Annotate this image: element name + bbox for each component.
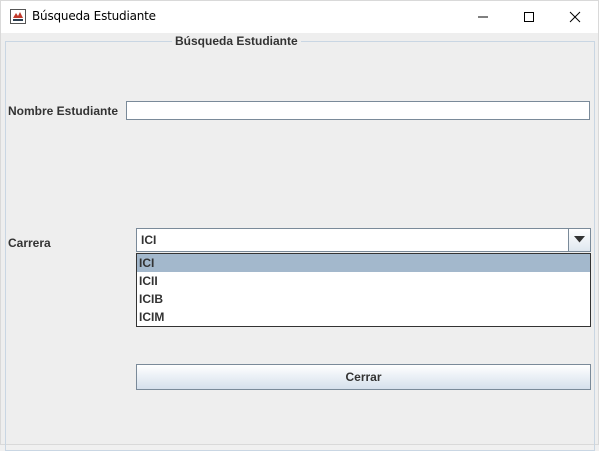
- dropdown-option-ici[interactable]: ICI: [137, 254, 590, 272]
- close-icon: [569, 11, 581, 23]
- carrera-combobox[interactable]: ICI: [136, 228, 591, 252]
- minimize-button[interactable]: [459, 1, 505, 33]
- maximize-icon: [524, 12, 534, 22]
- combo-arrow-button[interactable]: [568, 229, 590, 251]
- nombre-estudiante-input[interactable]: [126, 101, 590, 120]
- chevron-down-icon: [574, 236, 585, 243]
- carrera-selected-value: ICI: [141, 233, 157, 247]
- dropdown-option-icib[interactable]: ICIB: [137, 290, 590, 308]
- carrera-label: Carrera: [8, 236, 51, 250]
- minimize-icon: [478, 16, 488, 18]
- dropdown-option-icii[interactable]: ICII: [137, 272, 590, 290]
- maximize-button[interactable]: [505, 1, 551, 33]
- title-bar[interactable]: Búsqueda Estudiante: [1, 1, 598, 33]
- carrera-dropdown-list: ICI ICII ICIB ICIM: [136, 253, 591, 327]
- dropdown-option-icim[interactable]: ICIM: [137, 308, 590, 326]
- window: Búsqueda Estudiante Búsqueda Estudiante …: [0, 0, 599, 451]
- java-cup-icon: [10, 9, 26, 24]
- group-title: Búsqueda Estudiante: [172, 34, 301, 48]
- window-title: Búsqueda Estudiante: [32, 9, 156, 23]
- close-window-button[interactable]: [551, 1, 597, 33]
- cerrar-button[interactable]: Cerrar: [136, 364, 591, 390]
- nombre-label: Nombre Estudiante: [8, 104, 119, 118]
- content-panel: Búsqueda Estudiante Nombre Estudiante Ca…: [1, 33, 598, 451]
